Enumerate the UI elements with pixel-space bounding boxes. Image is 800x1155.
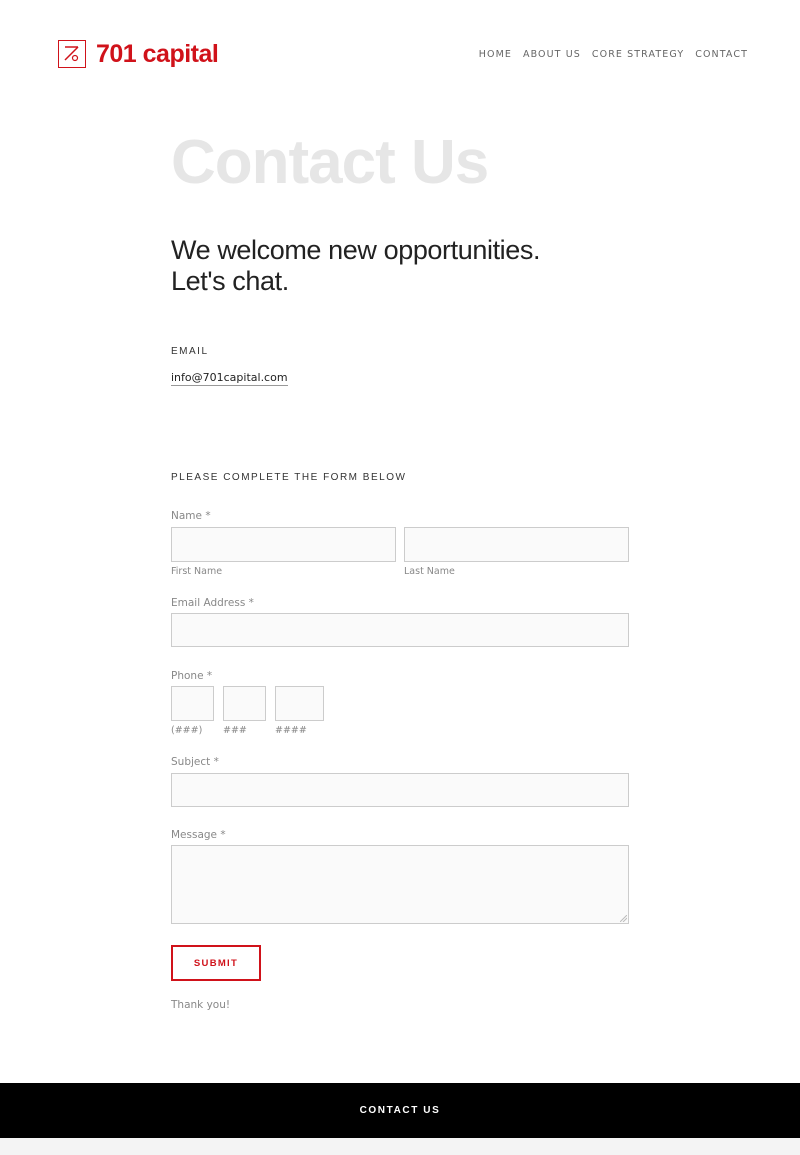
phone-prefix-input[interactable]: [223, 686, 266, 721]
first-name-sublabel: First Name: [171, 566, 223, 577]
resize-handle-icon[interactable]: [620, 915, 627, 922]
nav-core-strategy[interactable]: CORE STRATEGY: [592, 49, 684, 60]
name-label: Name *: [171, 510, 211, 522]
email-address-label-text: Email Address: [171, 597, 246, 609]
message-textarea[interactable]: [171, 845, 629, 924]
phone-label: Phone *: [171, 670, 212, 682]
footer-bar: CONTACT US: [0, 1083, 800, 1138]
required-mark: *: [205, 510, 211, 522]
email-address-label: Email Address *: [171, 597, 254, 609]
required-mark: *: [213, 756, 219, 768]
brand-name: 701 capital: [96, 40, 219, 68]
phone-line-hint: ####: [275, 725, 307, 736]
main-nav: HOME ABOUT US CORE STRATEGY CONTACT: [468, 49, 748, 60]
form-heading: PLEASE COMPLETE THE FORM BELOW: [171, 472, 407, 483]
last-name-input[interactable]: [404, 527, 629, 562]
phone-area-hint: (###): [171, 725, 203, 736]
subject-label-text: Subject: [171, 756, 211, 768]
required-mark: *: [248, 597, 254, 609]
logo-mark-icon: [58, 40, 86, 68]
subject-input[interactable]: [171, 773, 629, 807]
phone-line-input[interactable]: [275, 686, 324, 721]
brand-logo[interactable]: 701 capital: [58, 40, 219, 68]
phone-area-input[interactable]: [171, 686, 214, 721]
lede-text: We welcome new opportunities. Let's chat…: [171, 235, 541, 296]
last-name-sublabel: Last Name: [404, 566, 455, 577]
submit-button[interactable]: SUBMIT: [171, 945, 261, 981]
thank-you-text: Thank you!: [171, 999, 231, 1011]
nav-home[interactable]: HOME: [479, 49, 512, 60]
required-mark: *: [220, 829, 226, 841]
page-title: Contact Us: [171, 128, 489, 197]
nav-about-us[interactable]: ABOUT US: [523, 49, 581, 60]
message-label: Message *: [171, 829, 226, 841]
nav-contact[interactable]: CONTACT: [695, 49, 748, 60]
email-address-input[interactable]: [171, 613, 629, 647]
first-name-input[interactable]: [171, 527, 396, 562]
email-link[interactable]: info@701capital.com: [171, 371, 288, 386]
subject-label: Subject *: [171, 756, 219, 768]
name-label-text: Name: [171, 510, 202, 522]
message-label-text: Message: [171, 829, 218, 841]
phone-label-text: Phone: [171, 670, 204, 682]
footer-strip: [0, 1138, 800, 1155]
footer-contact-us[interactable]: CONTACT US: [360, 1105, 441, 1116]
required-mark: *: [206, 670, 213, 682]
phone-prefix-hint: ###: [223, 725, 247, 736]
email-heading: EMAIL: [171, 346, 209, 357]
